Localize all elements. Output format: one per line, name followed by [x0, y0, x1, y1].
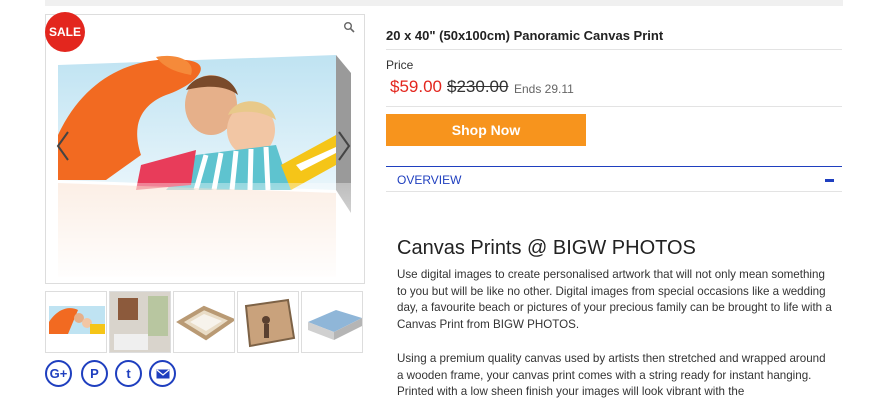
sale-price: $59.00	[390, 77, 442, 96]
main-product-image[interactable]	[45, 14, 365, 284]
thumbnail-2[interactable]	[109, 291, 171, 353]
divider	[386, 106, 842, 107]
zoom-icon[interactable]	[343, 21, 355, 33]
original-price: $230.00	[447, 77, 509, 96]
divider	[386, 49, 842, 50]
overview-heading: Canvas Prints @ BIGW PHOTOS	[397, 237, 696, 259]
sale-badge: SALE	[45, 12, 85, 52]
overview-paragraph: Using a premium quality canvas used by a…	[397, 352, 826, 398]
thumbnail-3[interactable]	[173, 291, 235, 353]
canvas-product-photo	[46, 55, 364, 283]
top-strip	[45, 0, 843, 6]
pinterest-icon[interactable]: P	[81, 360, 108, 387]
thumbnail-4[interactable]	[237, 291, 299, 353]
overview-accordion-header[interactable]: OVERVIEW	[386, 166, 842, 192]
price-label: Price	[386, 58, 414, 72]
thumbnail-1[interactable]	[45, 291, 107, 353]
email-icon[interactable]	[149, 360, 176, 387]
product-title: 20 x 40" (50x100cm) Panoramic Canvas Pri…	[386, 28, 664, 43]
twitter-icon[interactable]: t	[115, 360, 142, 387]
thumbnail-5[interactable]	[301, 291, 363, 353]
collapse-minus-icon[interactable]	[825, 179, 834, 182]
chevron-left-icon[interactable]	[56, 130, 70, 162]
google-plus-icon[interactable]: G+	[45, 360, 72, 387]
shop-now-button[interactable]: Shop Now	[386, 114, 586, 146]
chevron-right-icon[interactable]	[337, 130, 351, 162]
thumbnail-strip	[45, 291, 365, 353]
offer-end-date: Ends 29.11	[514, 82, 574, 96]
overview-paragraph: Use digital images to create personalise…	[397, 268, 832, 331]
overview-label: OVERVIEW	[397, 173, 462, 187]
